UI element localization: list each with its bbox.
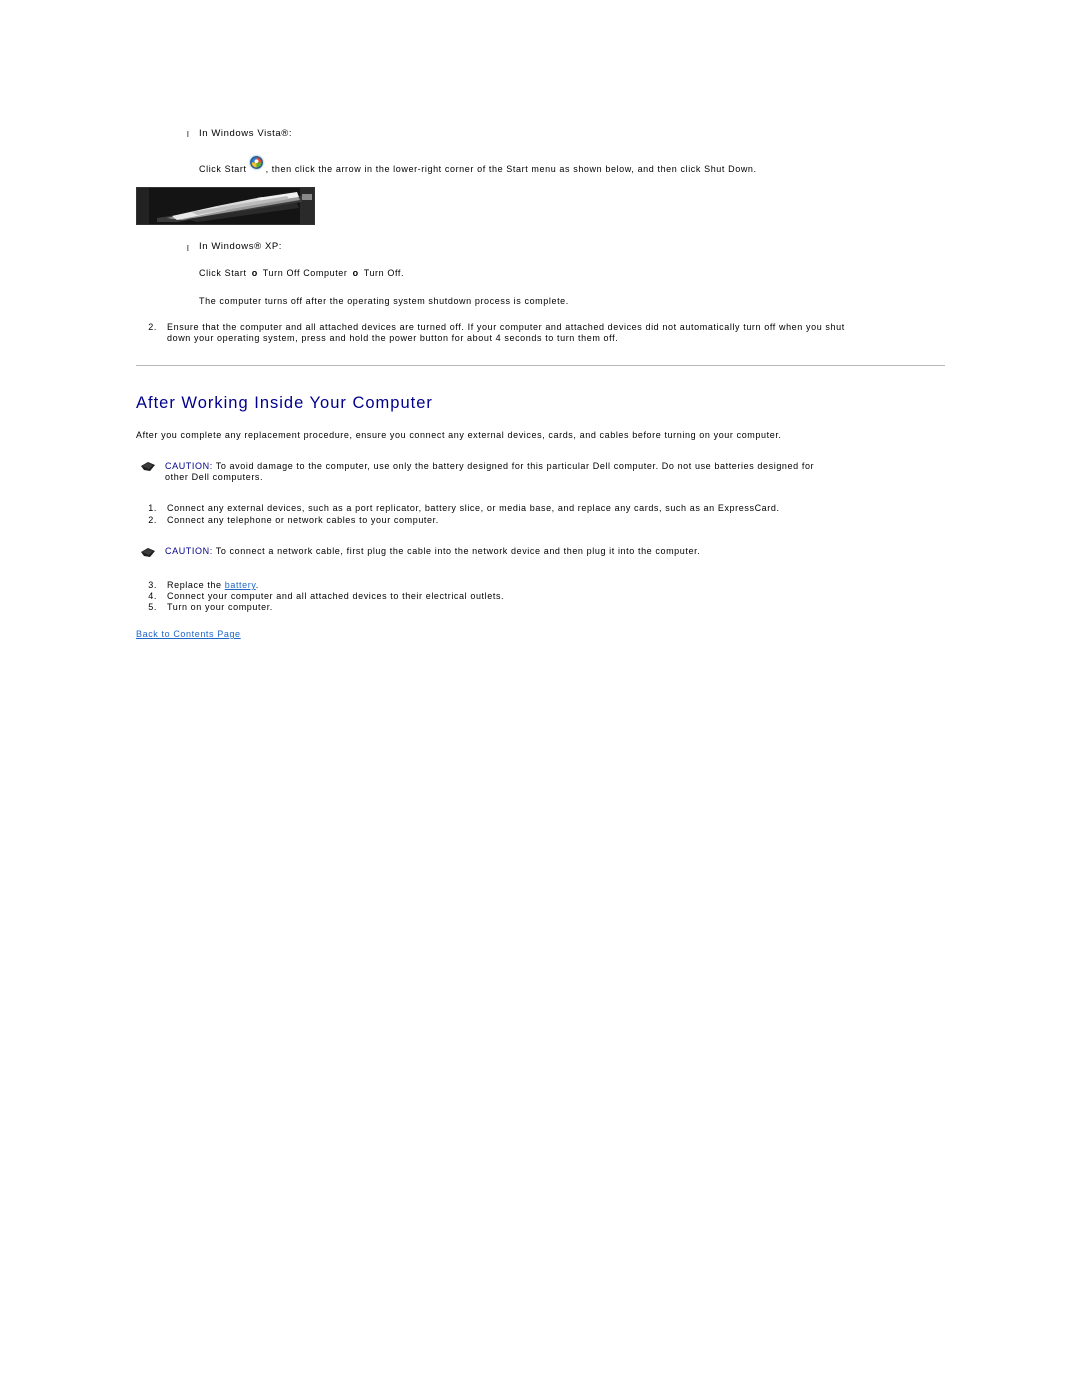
step-number: 3. xyxy=(148,580,157,590)
caution-message: CAUTION: To avoid damage to the computer… xyxy=(165,461,814,471)
caution-message: CAUTION: To connect a network cable, fir… xyxy=(165,546,700,556)
step-number: 4. xyxy=(148,591,157,601)
step-text: Connect your computer and all attached d… xyxy=(167,591,505,601)
bullet-marker: l xyxy=(187,244,190,253)
vista-instruction-start: Click Start xyxy=(199,164,247,174)
xp-instruction: Click Start o Turn Off Computer o Turn O… xyxy=(199,268,404,278)
xp-step-turn-off-computer: Turn Off Computer xyxy=(262,268,348,278)
vista-instruction-rest: , then click the arrow in the lower-righ… xyxy=(265,164,757,174)
step-text-before-link: Replace the xyxy=(167,580,225,590)
start-menu-shutdown-screenshot xyxy=(136,187,315,225)
step-number: 1. xyxy=(148,503,157,513)
vista-subheading: In Windows Vista®: xyxy=(199,128,293,139)
caution-hand-icon xyxy=(141,548,155,557)
caution-label: CAUTION: xyxy=(165,546,213,556)
step-text: Turn on your computer. xyxy=(167,602,273,612)
step-number: 2. xyxy=(148,515,157,525)
step-text: Connect any telephone or network cables … xyxy=(167,515,439,525)
windows-vista-start-orb-icon xyxy=(249,156,263,169)
xp-step-turn-off: Turn Off. xyxy=(363,268,405,278)
arrow-separator-icon: o xyxy=(352,268,359,278)
step-number: 2. xyxy=(148,322,157,332)
xp-subheading: In Windows® XP: xyxy=(199,241,283,252)
start-menu-arrow-image xyxy=(137,188,314,224)
caution-hand-icon xyxy=(141,462,155,471)
battery-link[interactable]: battery xyxy=(225,580,256,590)
caution-label: CAUTION: xyxy=(165,461,213,471)
caution-text: To connect a network cable, first plug t… xyxy=(212,546,701,556)
arrow-separator-icon: o xyxy=(251,268,258,278)
xp-note: The computer turns off after the operati… xyxy=(199,296,569,306)
step-text-continued: down your operating system, press and ho… xyxy=(167,333,619,343)
step-text: Ensure that the computer and all attache… xyxy=(167,322,845,332)
caution-text-continued: other Dell computers. xyxy=(165,472,264,482)
vista-instruction: Click Start , then click the arrow in the… xyxy=(199,156,757,175)
bullet-marker: l xyxy=(187,130,190,139)
step-text: Replace the battery. xyxy=(167,580,259,590)
xp-step-start: Click Start xyxy=(199,268,247,278)
step-text-after-link: . xyxy=(255,580,259,590)
step-number: 5. xyxy=(148,602,157,612)
section-intro: After you complete any replacement proce… xyxy=(136,430,782,440)
section-title: After Working Inside Your Computer xyxy=(136,394,433,412)
section-divider xyxy=(136,365,945,366)
back-to-contents-link[interactable]: Back to Contents Page xyxy=(136,629,241,639)
caution-text: To avoid damage to the computer, use onl… xyxy=(212,461,815,471)
step-text: Connect any external devices, such as a … xyxy=(167,503,780,513)
